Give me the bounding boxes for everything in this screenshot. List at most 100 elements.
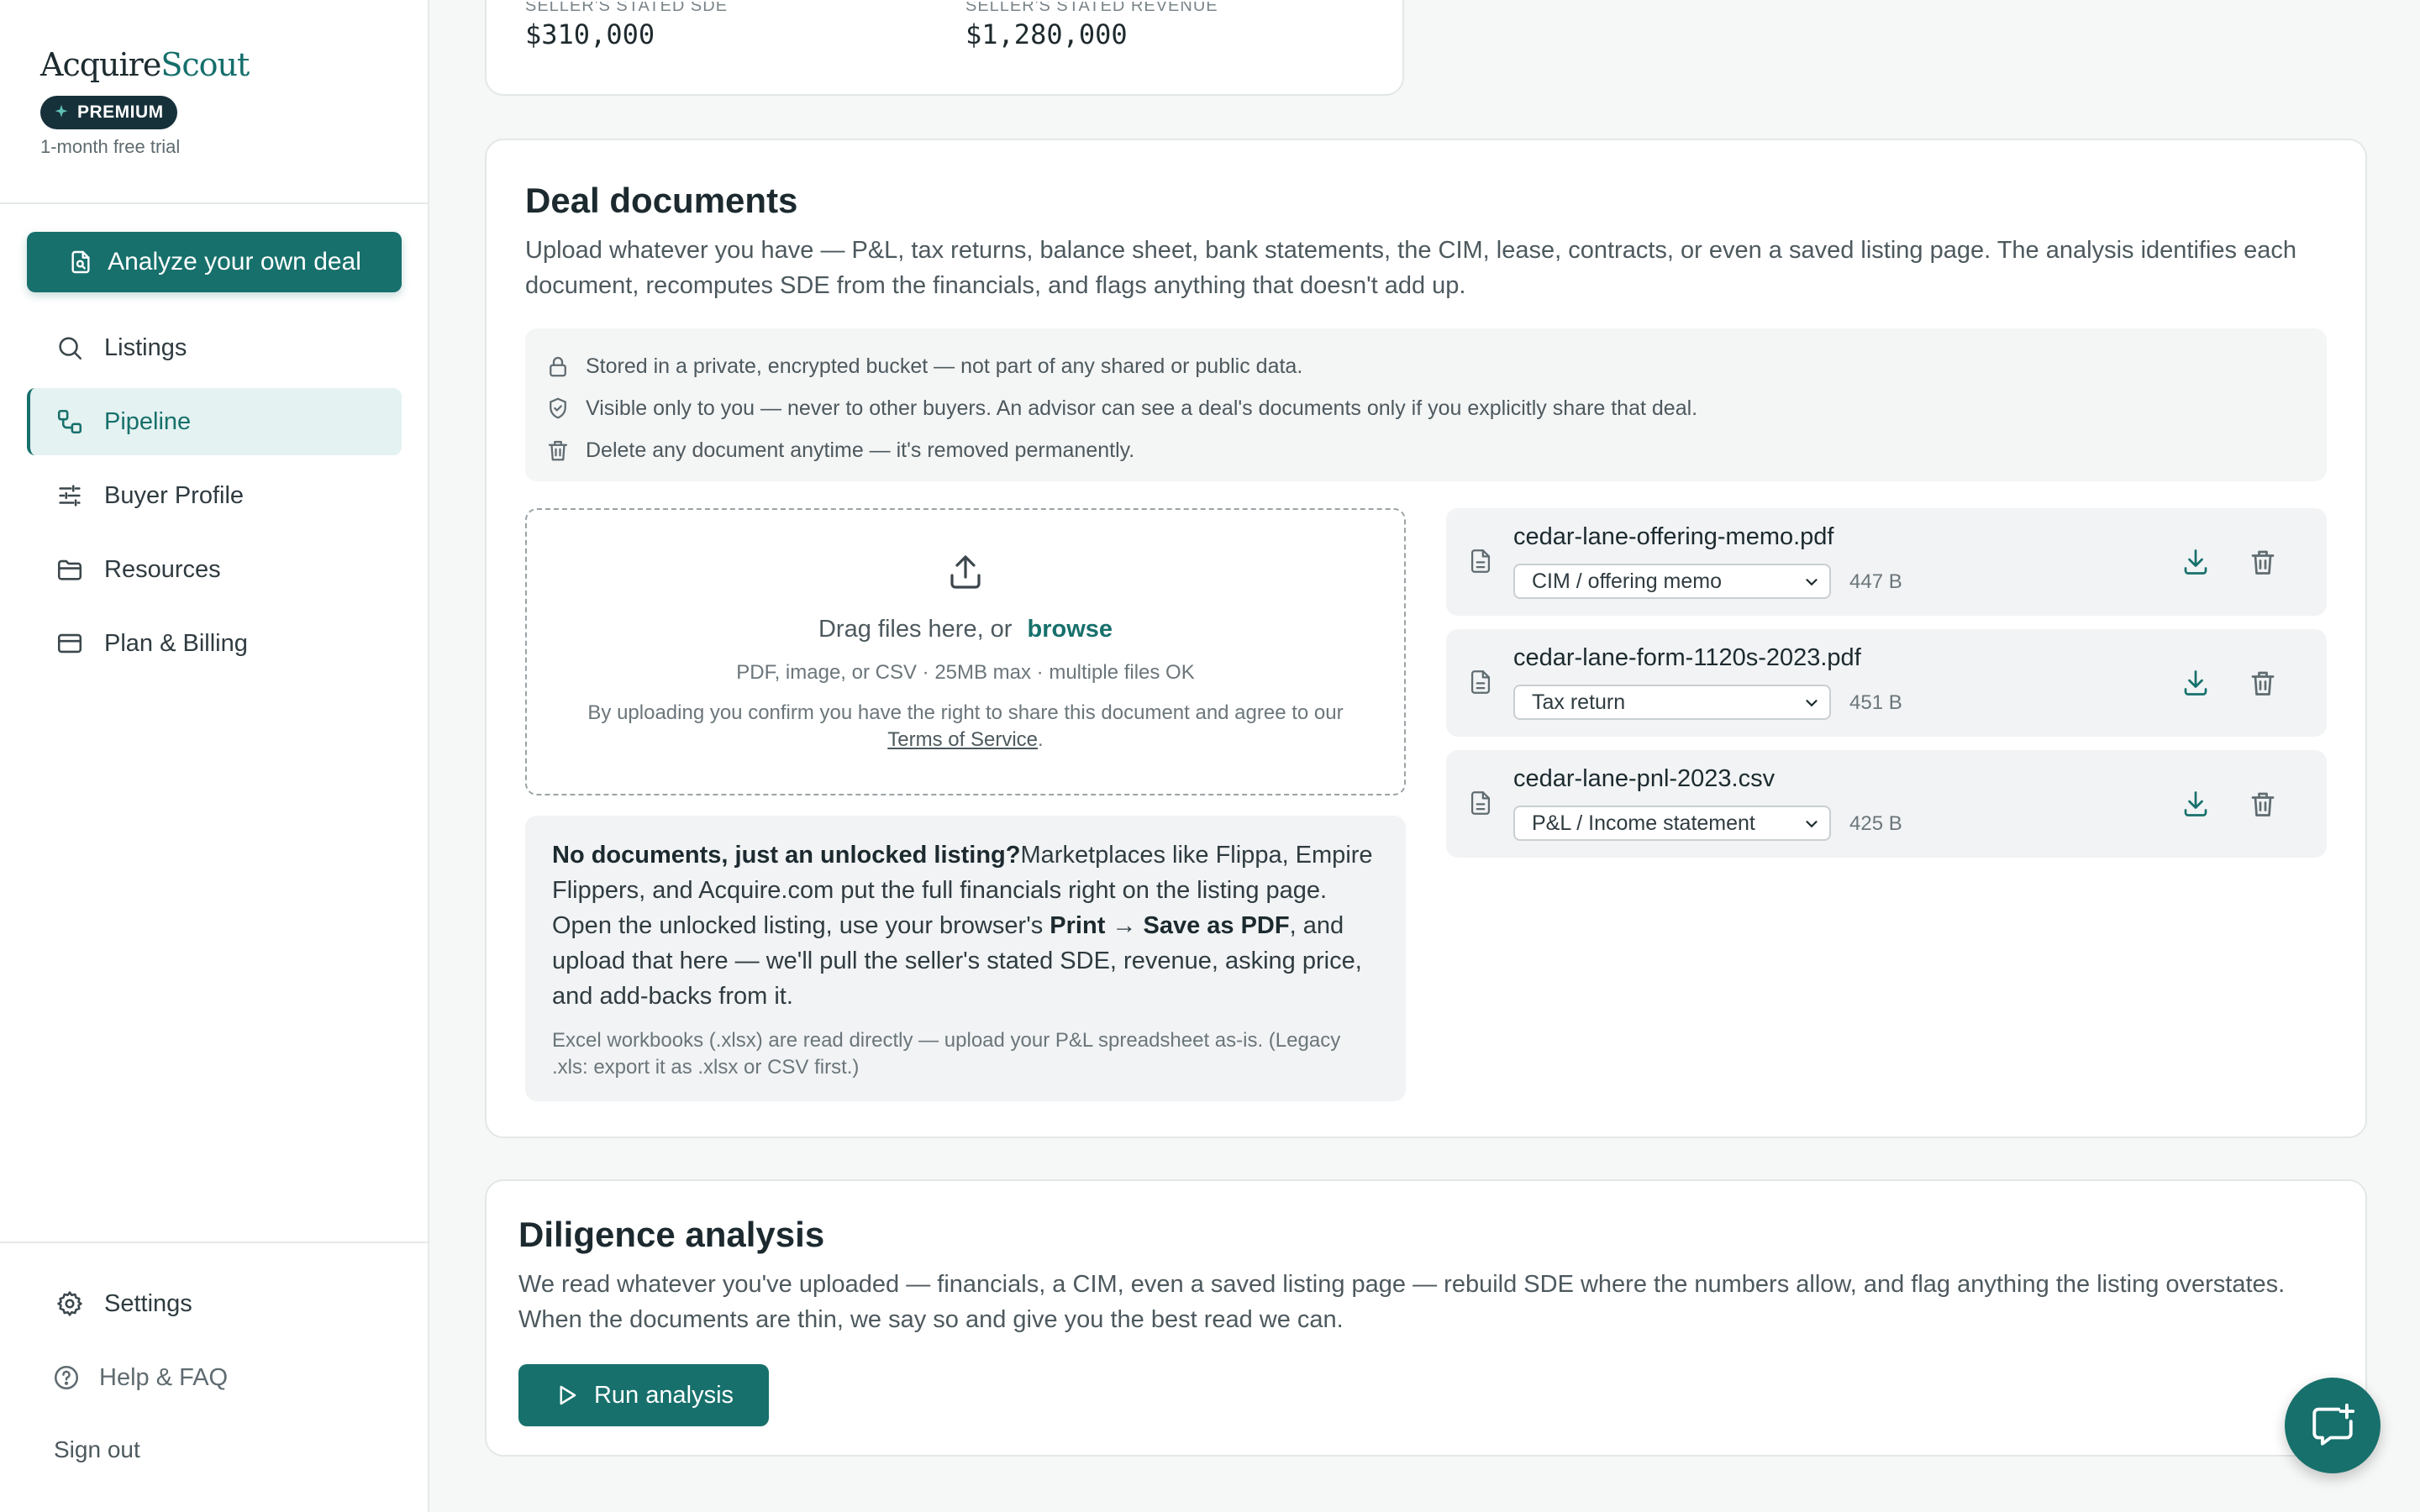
nav-pipeline[interactable]: Pipeline [27,388,402,455]
delete-icon[interactable] [2248,789,2278,819]
trial-text: 1-month free trial [40,136,181,157]
nav-buyer-profile[interactable]: Buyer Profile [27,462,402,529]
nav-plan-billing[interactable]: Plan & Billing [27,610,402,677]
document-icon [1470,549,1491,573]
stat-label: SELLER'S STATED REVENUE [965,2,1218,15]
file-search-icon [71,250,90,274]
file-row: cedar-lane-offering-memo.pdf CIM / offer… [1446,508,2327,616]
sparkle-icon [55,104,68,118]
logo-scout: Scout [160,46,250,83]
file-name: cedar-lane-pnl-2023.csv [1513,765,1776,792]
privacy-text: Stored in a private, encrypted bucket — … [586,354,1303,378]
stat-value: $1,280,000 [965,18,1128,50]
select-value: P&L / Income statement [1532,811,1755,835]
trash-icon [548,440,568,461]
play-icon [560,1385,576,1405]
privacy-item: Visible only to you — never to other buy… [545,387,2327,429]
file-dropzone[interactable]: Drag files here, or browse PDF, image, or… [525,508,1406,795]
chevron-down-icon [1806,579,1818,586]
pipeline-icon [57,409,82,434]
tip-print: Print [1050,912,1106,939]
run-analysis-label: Run analysis [593,1381,734,1409]
nav-label: Buyer Profile [104,481,245,509]
analyze-own-deal-label: Analyze your own deal [108,248,361,276]
dropzone-terms: By uploading you confirm you have the ri… [569,700,1362,753]
document-type-select[interactable]: Tax return [1513,685,1831,720]
privacy-notice: Stored in a private, encrypted bucket — … [525,328,2327,481]
divider [0,1242,428,1243]
nav-help-faq[interactable]: Help & FAQ [27,1344,402,1411]
sidebar: AcquireScout PREMIUM 1-month free trial … [0,0,429,1512]
terms-of-service-link[interactable]: Terms of Service [887,728,1038,751]
document-type-select[interactable]: CIM / offering memo [1513,564,1831,599]
terms-text: By uploading you confirm you have the ri… [587,701,1344,724]
file-size: 447 B [1849,570,1902,593]
diligence-analysis-card: Diligence analysis We read whatever you'… [485,1179,2367,1457]
download-icon[interactable] [2181,547,2211,577]
select-value: CIM / offering memo [1532,570,1723,593]
premium-badge: PREMIUM [40,96,177,129]
terms-period: . [1038,728,1044,751]
file-name: cedar-lane-offering-memo.pdf [1513,523,1834,550]
dropzone-main: Drag files here, or browse [527,616,1404,643]
file-size: 425 B [1849,812,1902,835]
file-row: cedar-lane-pnl-2023.csv P&L / Income sta… [1446,750,2327,858]
privacy-item: Delete any document anytime — it's remov… [545,429,2327,471]
nav-label: Pipeline [104,407,192,435]
privacy-text: Visible only to you — never to other buy… [586,396,1698,420]
stat-value: $310,000 [525,18,655,50]
delete-icon[interactable] [2248,668,2278,698]
browse-link[interactable]: browse [1027,616,1113,643]
dropzone-hint: PDF, image, or CSV · 25MB max · multiple… [736,661,1195,684]
document-type-select[interactable]: P&L / Income statement [1513,806,1831,841]
file-row: cedar-lane-form-1120s-2023.pdf Tax retur… [1446,629,2327,737]
credit-card-icon [57,633,82,654]
delete-icon[interactable] [2248,547,2278,577]
brand: AcquireScout PREMIUM 1-month free trial [40,44,250,158]
chevron-down-icon [1806,700,1818,707]
tip-lead: No documents, just an unlocked listing? [552,842,1021,869]
deal-documents-card: Deal documents Upload whatever you have … [485,139,2367,1138]
section-description: We read whatever you've uploaded — finan… [518,1271,2286,1333]
analyze-own-deal-button[interactable]: Analyze your own deal [27,232,402,292]
dropzone-text: Drag files here, or [818,616,1013,643]
section-title: Diligence analysis [518,1215,825,1254]
nav-label: Listings [104,333,187,361]
nav-label: Help & FAQ [99,1363,229,1391]
stat-label: SELLER'S STATED SDE [525,2,729,15]
section-description: Upload whatever you have — P&L, tax retu… [525,237,2296,299]
nav-resources[interactable]: Resources [27,536,402,603]
chat-plus-icon [2312,1403,2355,1446]
sign-out-link[interactable]: Sign out [54,1436,140,1463]
download-icon[interactable] [2181,789,2211,819]
logo[interactable]: AcquireScout [40,44,250,86]
stated-sde: SELLER'S STATED SDE $310,000 [525,2,728,50]
stated-revenue: SELLER'S STATED REVENUE $1,280,000 [965,2,1218,50]
shield-check-icon [550,397,566,419]
file-name: cedar-lane-form-1120s-2023.pdf [1513,644,1861,671]
privacy-item: Stored in a private, encrypted bucket — … [545,345,2327,387]
nav-label: Resources [104,555,221,583]
download-icon[interactable] [2181,668,2211,698]
logo-acquire: Acquire [40,46,161,83]
nav-listings[interactable]: Listings [27,314,402,381]
chat-button[interactable] [2285,1378,2381,1473]
gear-icon [57,1291,82,1316]
listing-tip-box: No documents, just an unlocked listing?M… [525,816,1406,1101]
privacy-text: Delete any document anytime — it's remov… [586,438,1135,462]
chevron-down-icon [1806,821,1818,828]
run-analysis-button[interactable]: Run analysis [518,1364,769,1426]
nav-label: Plan & Billing [104,629,248,657]
nav-label: Settings [104,1289,192,1317]
seller-stats-card: SELLER'S STATED SDE $310,000 SELLER'S ST… [485,0,1404,96]
folder-icon [57,559,82,580]
tip-sub: Excel workbooks (.xlsx) are read directl… [552,1029,1341,1079]
premium-label: PREMIUM [77,102,164,122]
file-size: 451 B [1849,691,1902,714]
select-value: Tax return [1532,690,1626,714]
nav-settings[interactable]: Settings [27,1270,402,1337]
document-icon [1470,670,1491,694]
lock-icon [550,356,566,377]
tip-arrow: → [1105,912,1144,939]
upload-icon [950,555,981,589]
